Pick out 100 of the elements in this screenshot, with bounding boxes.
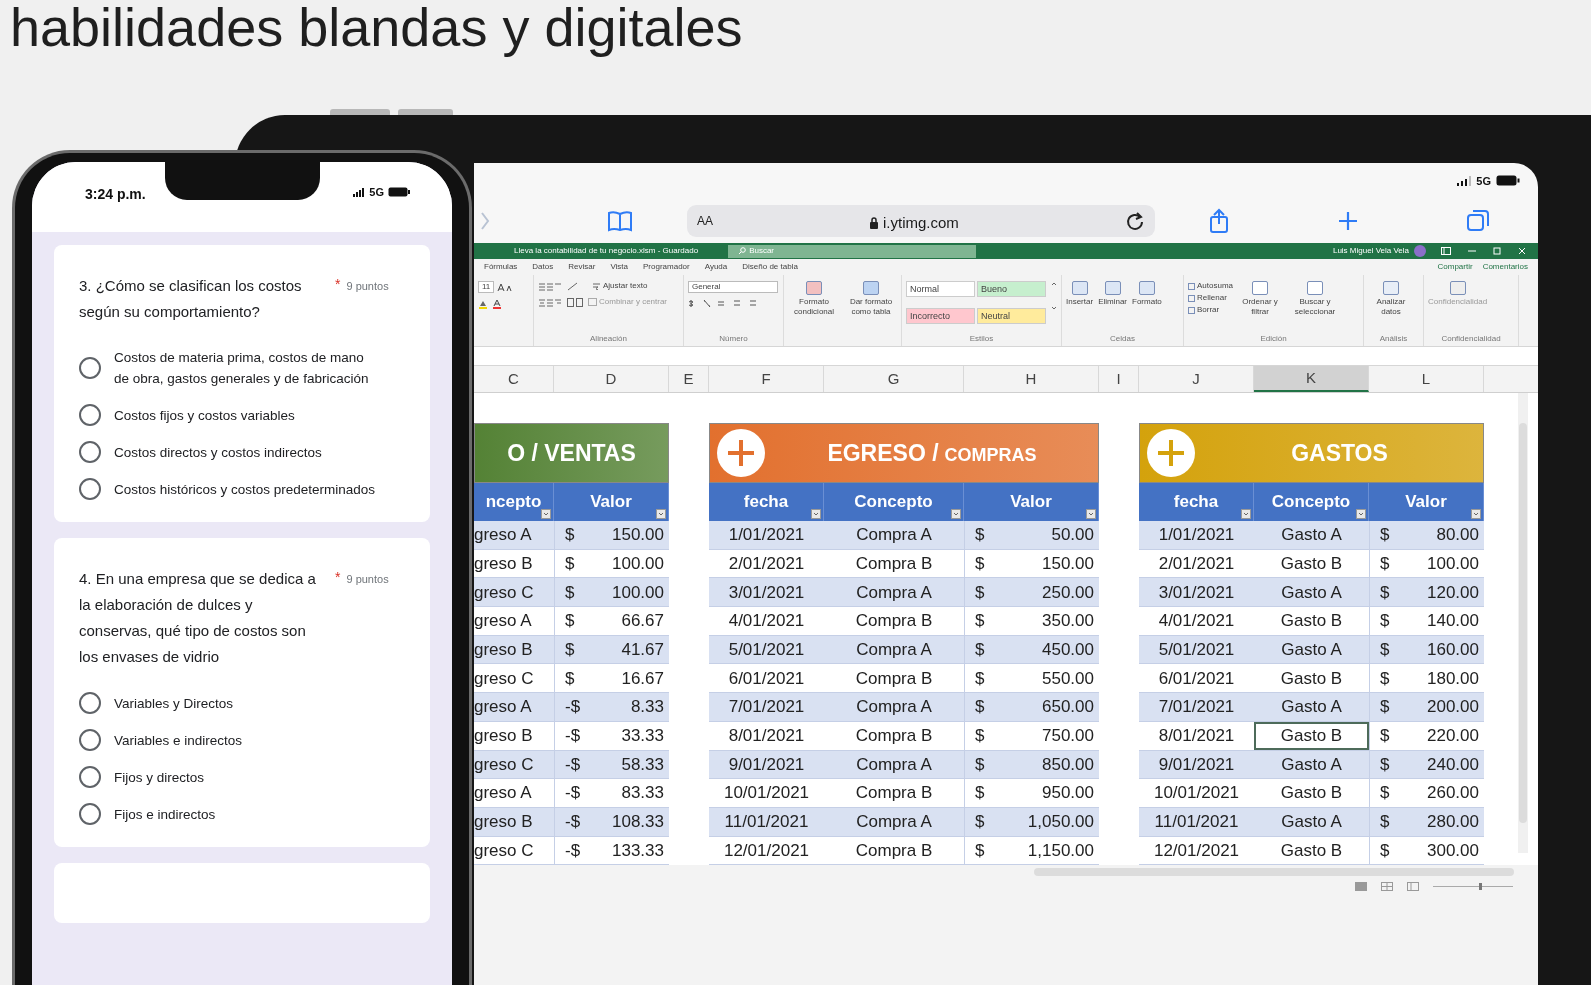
filter-dropdown-icon[interactable]: [1356, 509, 1366, 520]
table-cell[interactable]: 6/01/2021: [709, 664, 824, 693]
option-label[interactable]: Costos directos y costos indirectos: [114, 441, 379, 463]
normal-view-icon[interactable]: [1355, 881, 1367, 891]
table-cell[interactable]: Compra B: [824, 664, 964, 693]
table-cell[interactable]: 12/01/2021: [709, 836, 824, 865]
wrap-text-button[interactable]: Ajustar texto: [592, 281, 648, 292]
tabs-icon[interactable]: [1466, 208, 1490, 233]
radio-button[interactable]: [79, 729, 101, 751]
table-cell[interactable]: Compra B: [824, 779, 964, 807]
cells-command-button[interactable]: Formato: [1132, 281, 1162, 334]
cells-command-button[interactable]: Insertar: [1066, 281, 1094, 334]
table-cell[interactable]: greso C: [474, 578, 554, 607]
share-icon[interactable]: [1208, 207, 1230, 234]
option-label[interactable]: Costos históricos y costos predeterminados: [114, 478, 379, 500]
comments-button[interactable]: Comentarios: [1482, 261, 1528, 274]
number-format-field[interactable]: General: [688, 281, 778, 294]
font-size-field[interactable]: 11: [478, 281, 495, 294]
filter-dropdown-icon[interactable]: [1241, 509, 1251, 520]
table-cell[interactable]: Gasto B: [1254, 721, 1369, 750]
option-label[interactable]: Costos de materia prima, costos de mano de obra, gastos generales y de fabricación: [114, 347, 379, 389]
table-cell[interactable]: 2/01/2021: [709, 549, 824, 578]
column-header[interactable]: H: [964, 366, 1099, 393]
table-cell[interactable]: Compra A: [824, 635, 964, 664]
styles-scroll-icon[interactable]: [1051, 281, 1057, 312]
table-cell[interactable]: 4/01/2021: [709, 607, 824, 635]
table-cell[interactable]: Gasto B: [1254, 836, 1369, 865]
scroll-thumb[interactable]: [1519, 423, 1527, 824]
table-cell[interactable]: 9/01/2021: [709, 750, 824, 779]
table-cell[interactable]: 6/01/2021: [1139, 664, 1254, 693]
table-cell[interactable]: 12/01/2021: [1139, 836, 1254, 865]
table-cell[interactable]: 8/01/2021: [709, 721, 824, 750]
indent-icon[interactable]: [567, 297, 583, 307]
table-cell[interactable]: Compra B: [824, 721, 964, 750]
format-table-button[interactable]: Dar formato como tabla: [845, 281, 897, 344]
table-cell[interactable]: greso C: [474, 664, 554, 693]
filter-dropdown-icon[interactable]: [951, 509, 961, 520]
table-cell[interactable]: Compra B: [824, 607, 964, 635]
edit-command-button[interactable]: Borrar: [1188, 305, 1234, 316]
table-cell[interactable]: Gasto A: [1254, 807, 1369, 836]
option-label[interactable]: Fijos y directos: [114, 766, 379, 788]
filter-dropdown-icon[interactable]: [1086, 509, 1096, 520]
filter-dropdown-icon[interactable]: [656, 509, 666, 520]
column-header[interactable]: K: [1254, 366, 1369, 393]
radio-button[interactable]: [79, 357, 101, 379]
cell-style-swatch[interactable]: Incorrecto: [906, 308, 975, 325]
close-icon[interactable]: [1518, 247, 1526, 256]
table-cell[interactable]: greso A: [474, 693, 554, 721]
table-cell[interactable]: greso A: [474, 607, 554, 635]
table-cell[interactable]: greso B: [474, 721, 554, 750]
add-circle-icon[interactable]: [716, 428, 766, 479]
table-cell[interactable]: 7/01/2021: [709, 693, 824, 721]
table-cell[interactable]: 4/01/2021: [1139, 607, 1254, 635]
table-cell[interactable]: Gasto B: [1254, 549, 1369, 578]
ribbon-tab[interactable]: Vista: [610, 261, 628, 274]
table-cell[interactable]: 7/01/2021: [1139, 693, 1254, 721]
cell-style-swatch[interactable]: Neutral: [977, 308, 1046, 325]
sort-filter-button[interactable]: Ordenar y filtrar: [1238, 281, 1283, 334]
table-cell[interactable]: 5/01/2021: [709, 635, 824, 664]
table-cell[interactable]: greso A: [474, 521, 554, 549]
radio-button[interactable]: [79, 803, 101, 825]
add-tab-icon[interactable]: [1337, 209, 1359, 232]
address-bar[interactable]: AA i.ytimg.com: [687, 204, 1155, 237]
table-cell[interactable]: Compra B: [824, 549, 964, 578]
table-cell[interactable]: 11/01/2021: [709, 807, 824, 836]
share-button[interactable]: Compartir: [1437, 261, 1473, 274]
table-cell[interactable]: greso A: [474, 779, 554, 807]
table-cell[interactable]: Compra B: [824, 836, 964, 865]
font-size-icon[interactable]: [497, 282, 514, 292]
cells-command-button[interactable]: Eliminar: [1098, 281, 1128, 334]
page-layout-icon[interactable]: [1381, 881, 1393, 891]
table-cell[interactable]: greso C: [474, 836, 554, 865]
table-cell[interactable]: 3/01/2021: [709, 578, 824, 607]
column-header[interactable]: D: [554, 366, 669, 393]
table-cell[interactable]: 5/01/2021: [1139, 635, 1254, 664]
column-header[interactable]: I: [1099, 366, 1139, 393]
cell-style-swatch[interactable]: Normal: [906, 281, 975, 298]
table-cell[interactable]: Gasto B: [1254, 779, 1369, 807]
table-cell[interactable]: Gasto A: [1254, 635, 1369, 664]
ribbon-tab[interactable]: Fórmulas: [484, 261, 518, 274]
table-cell[interactable]: 1/01/2021: [1139, 521, 1254, 549]
table-cell[interactable]: 3/01/2021: [1139, 578, 1254, 607]
column-header[interactable]: E: [669, 366, 709, 393]
restore-icon[interactable]: [1493, 247, 1501, 256]
table-cell[interactable]: Gasto A: [1254, 521, 1369, 549]
table-cell[interactable]: 9/01/2021: [1139, 750, 1254, 779]
bookmarks-icon[interactable]: [607, 209, 633, 232]
table-cell[interactable]: Gasto A: [1254, 578, 1369, 607]
reload-icon[interactable]: [1125, 210, 1145, 231]
option-label[interactable]: Variables e indirectos: [114, 729, 379, 751]
ribbon-tab[interactable]: Programador: [643, 261, 690, 274]
table-cell[interactable]: Compra A: [824, 693, 964, 721]
column-header[interactable]: G: [824, 366, 964, 393]
ribbon-display-icon[interactable]: [1441, 247, 1451, 256]
table-cell[interactable]: 10/01/2021: [709, 779, 824, 807]
column-header[interactable]: F: [709, 366, 824, 393]
orientation-icon[interactable]: [567, 281, 579, 291]
find-select-button[interactable]: Buscar y seleccionar: [1287, 281, 1344, 334]
option-label[interactable]: Variables y Directos: [114, 692, 379, 714]
option-label[interactable]: Fijos e indirectos: [114, 803, 379, 825]
